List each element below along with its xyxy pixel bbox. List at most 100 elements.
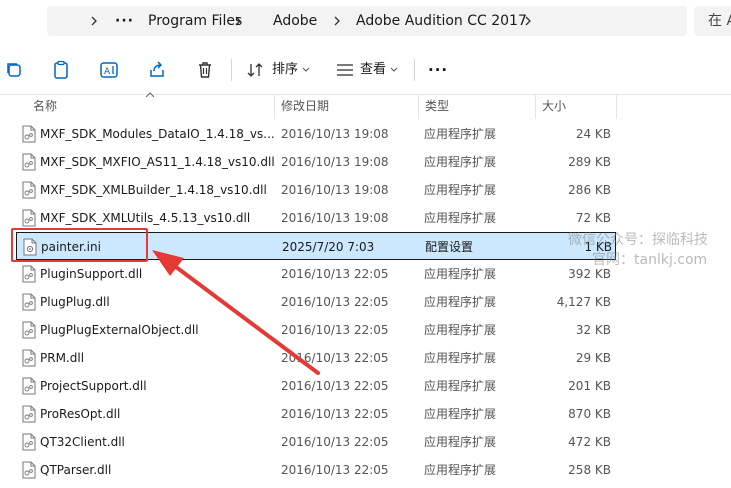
- copy-path-icon[interactable]: [4, 60, 24, 80]
- sort-icon: [247, 63, 263, 77]
- dll-file-icon: [22, 125, 36, 143]
- file-type: 应用程序扩展: [424, 155, 497, 169]
- file-date: 2016/10/13 22:05: [281, 267, 389, 281]
- file-type: 应用程序扩展: [424, 351, 497, 365]
- file-row[interactable]: PRM.dll 2016/10/13 22:05 应用程序扩展 29 KB: [16, 344, 616, 372]
- breadcrumb-item-adobe[interactable]: Adobe: [273, 6, 317, 36]
- dll-file-icon: [22, 349, 36, 367]
- file-date: 2016/10/13 22:05: [281, 463, 389, 477]
- column-header-name[interactable]: 名称: [27, 95, 273, 119]
- svg-text:A: A: [104, 67, 111, 77]
- paste-icon[interactable]: [51, 60, 71, 80]
- file-date: 2016/10/13 19:08: [281, 127, 389, 141]
- breadcrumb-item-adobe-audition[interactable]: Adobe Audition CC 2017: [356, 6, 527, 36]
- sort-label: 排序: [272, 62, 299, 77]
- address-bar: ··· Program Files Adobe Adobe Audition C…: [0, 0, 731, 42]
- file-size: 289 KB: [568, 155, 611, 169]
- chevron-down-icon: [390, 67, 398, 72]
- search-input[interactable]: 在 A: [694, 6, 731, 36]
- dll-file-icon: [22, 461, 36, 479]
- breadcrumb-more[interactable]: ···: [115, 6, 134, 36]
- file-name: PRM.dll: [40, 351, 85, 365]
- file-size: 286 KB: [568, 183, 611, 197]
- file-size: 201 KB: [568, 379, 611, 393]
- file-row[interactable]: MXF_SDK_Modules_DataIO_1.4.18_vs... 2016…: [16, 120, 616, 148]
- column-header-type[interactable]: 类型: [419, 95, 534, 119]
- chevron-right-icon[interactable]: [524, 16, 532, 26]
- chevron-down-icon: [302, 67, 310, 72]
- file-size: 29 KB: [575, 351, 611, 365]
- file-name: QTParser.dll: [40, 463, 112, 477]
- file-row[interactable]: PlugPlug.dll 2016/10/13 22:05 应用程序扩展 4,1…: [16, 288, 616, 316]
- dll-file-icon: [22, 405, 36, 423]
- column-header: 名称 修改日期 类型 大小: [0, 95, 731, 119]
- file-list: MXF_SDK_Modules_DataIO_1.4.18_vs... 2016…: [0, 120, 731, 488]
- file-name: PlugPlugExternalObject.dll: [40, 323, 199, 337]
- command-bar: A 排序 查看 ···: [0, 45, 731, 95]
- dll-file-icon: [22, 181, 36, 199]
- toolbar-divider: [414, 59, 415, 81]
- chevron-right-icon[interactable]: [333, 16, 341, 26]
- file-size: 258 KB: [568, 463, 611, 477]
- file-date: 2016/10/13 22:05: [281, 435, 389, 449]
- file-type: 应用程序扩展: [424, 407, 497, 421]
- dll-file-icon: [22, 321, 36, 339]
- file-date: 2016/10/13 19:08: [281, 183, 389, 197]
- dll-file-icon: [22, 265, 36, 283]
- file-date: 2016/10/13 22:05: [281, 379, 389, 393]
- file-row[interactable]: ProjectSupport.dll 2016/10/13 22:05 应用程序…: [16, 372, 616, 400]
- column-divider[interactable]: [616, 95, 617, 119]
- view-icon: [337, 64, 353, 76]
- file-size: 870 KB: [568, 407, 611, 421]
- file-type: 应用程序扩展: [424, 211, 497, 225]
- file-size: 72 KB: [575, 211, 611, 225]
- file-date: 2016/10/13 22:05: [281, 407, 389, 421]
- watermark-line-2: 官网：tanlkj.com: [592, 252, 708, 268]
- file-size: 32 KB: [575, 323, 611, 337]
- share-icon[interactable]: [147, 60, 167, 80]
- file-type: 配置设置: [425, 240, 474, 254]
- file-name: ProResOpt.dll: [40, 407, 121, 421]
- delete-icon[interactable]: [195, 60, 215, 80]
- rename-icon[interactable]: A: [99, 60, 119, 80]
- chevron-right-icon[interactable]: [90, 16, 98, 26]
- breadcrumb[interactable]: ··· Program Files Adobe Adobe Audition C…: [47, 6, 687, 36]
- dll-file-icon: [22, 209, 36, 227]
- file-date: 2016/10/13 19:08: [281, 155, 389, 169]
- file-date: 2016/10/13 22:05: [281, 351, 389, 365]
- file-name: QT32Client.dll: [40, 435, 125, 449]
- file-row[interactable]: QTParser.dll 2016/10/13 22:05 应用程序扩展 258…: [16, 456, 616, 484]
- file-size: 4,127 KB: [556, 295, 611, 309]
- file-row[interactable]: QT32Client.dll 2016/10/13 22:05 应用程序扩展 4…: [16, 428, 616, 456]
- file-name: MXF_SDK_MXFIO_AS11_1.4.18_vs10.dll: [40, 155, 275, 169]
- file-date: 2016/10/13 22:05: [281, 295, 389, 309]
- file-row[interactable]: PluginSupport.dll 2016/10/13 22:05 应用程序扩…: [16, 260, 616, 288]
- file-size: 24 KB: [575, 127, 611, 141]
- file-type: 应用程序扩展: [424, 267, 497, 281]
- file-type: 应用程序扩展: [424, 323, 497, 337]
- watermark-line-1: 微信公众号：探临科技: [568, 232, 708, 248]
- dll-file-icon: [22, 433, 36, 451]
- file-row[interactable]: MXF_SDK_XMLBuilder_1.4.18_vs10.dll 2016/…: [16, 176, 616, 204]
- file-type: 应用程序扩展: [424, 127, 497, 141]
- more-options-button[interactable]: ···: [428, 55, 448, 85]
- file-date: 2025/7/20 7:03: [282, 240, 375, 254]
- file-size: 472 KB: [568, 435, 611, 449]
- file-name: MXF_SDK_XMLBuilder_1.4.18_vs10.dll: [40, 183, 267, 197]
- file-row[interactable]: PlugPlugExternalObject.dll 2016/10/13 22…: [16, 316, 616, 344]
- file-type: 应用程序扩展: [424, 183, 497, 197]
- column-header-size[interactable]: 大小: [536, 95, 616, 119]
- file-name: PluginSupport.dll: [40, 267, 143, 281]
- file-type: 应用程序扩展: [424, 435, 497, 449]
- file-type: 应用程序扩展: [424, 463, 497, 477]
- file-type: 应用程序扩展: [424, 379, 497, 393]
- breadcrumb-item-program-files[interactable]: Program Files: [148, 6, 242, 36]
- file-row[interactable]: MXF_SDK_MXFIO_AS11_1.4.18_vs10.dll 2016/…: [16, 148, 616, 176]
- annotation-highlight-box: [11, 228, 148, 262]
- dll-file-icon: [22, 377, 36, 395]
- file-date: 2016/10/13 22:05: [281, 323, 389, 337]
- column-header-date[interactable]: 修改日期: [275, 95, 417, 119]
- file-row[interactable]: ProResOpt.dll 2016/10/13 22:05 应用程序扩展 87…: [16, 400, 616, 428]
- file-name: MXF_SDK_Modules_DataIO_1.4.18_vs...: [40, 127, 275, 141]
- file-name: PlugPlug.dll: [40, 295, 110, 309]
